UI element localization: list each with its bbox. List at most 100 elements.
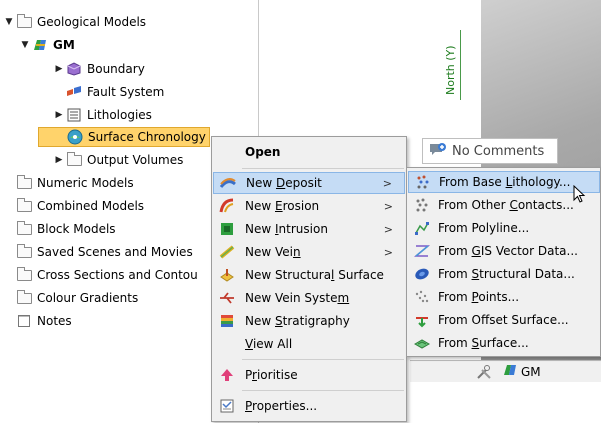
tree-item-surface-chronology[interactable]: Surface Chronology <box>38 127 210 147</box>
tree-item-label: Cross Sections and Contou <box>37 268 198 282</box>
tree-item-lithologies[interactable]: ▶ Lithologies <box>54 105 152 125</box>
expand-arrow-icon[interactable]: ▶ <box>54 64 64 74</box>
menu-separator <box>242 168 404 169</box>
gm-selector[interactable]: GM <box>502 363 541 380</box>
gm-selector-label: GM <box>521 364 541 379</box>
expand-arrow-icon[interactable]: ▼ <box>20 40 30 50</box>
geomodel-icon <box>32 38 48 52</box>
tree-item-label: Geological Models <box>37 15 147 29</box>
menu-item-new-structural-surface[interactable]: New Structural Surface <box>213 264 405 286</box>
menu-item-label: New Structural Surface <box>245 268 384 282</box>
submenu-arrow-icon: > <box>383 222 393 236</box>
surface-chronology-icon <box>67 129 83 145</box>
menu-item-new-deposit[interactable]: New Deposit > <box>213 172 405 194</box>
stratigraphy-icon <box>219 313 235 329</box>
expand-arrow-icon[interactable]: ▼ <box>4 17 14 27</box>
intrusion-icon <box>219 221 235 237</box>
polyline-icon <box>414 220 430 236</box>
menu-item-label: View All <box>245 337 293 351</box>
tree-item-block-models[interactable]: Block Models <box>16 219 116 239</box>
tree-item-saved-scenes[interactable]: Saved Scenes and Movies <box>16 242 193 262</box>
menu-item-new-vein[interactable]: New Vein > <box>213 241 405 263</box>
menu-item-new-vein-system[interactable]: New Vein System <box>213 287 405 309</box>
submenu-item-from-structural[interactable]: From Structural Data... <box>408 263 600 285</box>
contacts-points-icon <box>414 197 430 213</box>
menu-item-open[interactable]: Open <box>213 141 405 163</box>
surface-icon <box>414 335 430 351</box>
menu-item-label: New Vein System <box>245 291 350 305</box>
properties-icon <box>219 398 235 414</box>
north-axis-label: North (Y) <box>444 45 457 95</box>
menu-separator <box>242 390 404 391</box>
menu-item-label: Prioritise <box>245 368 298 382</box>
menu-item-label: From Other Contacts... <box>438 198 574 212</box>
submenu-item-from-gis[interactable]: From GIS Vector Data... <box>408 240 600 262</box>
comment-icon <box>429 142 447 161</box>
structural-data-icon <box>414 266 430 282</box>
menu-item-label: New Vein <box>245 245 301 259</box>
tree-item-fault-system[interactable]: Fault System <box>66 82 164 102</box>
tree-item-label: Fault System <box>87 85 165 99</box>
folder-icon <box>16 220 32 236</box>
tree-item-label: Block Models <box>37 222 116 236</box>
menu-item-prioritise[interactable]: Prioritise <box>213 364 405 386</box>
menu-item-properties[interactable]: Properties... <box>213 395 405 417</box>
menu-item-label: New Stratigraphy <box>245 314 350 328</box>
tree-item-output-volumes[interactable]: ▶ Output Volumes <box>54 150 183 170</box>
expand-arrow-icon[interactable]: ▶ <box>54 110 64 120</box>
arrow-up-icon <box>219 367 235 383</box>
submenu-item-from-other-contacts[interactable]: From Other Contacts... <box>408 194 600 216</box>
menu-item-label: New Intrusion <box>245 222 328 236</box>
app-window: ▼ Geological Models ▼ GM ▶ Boundary Faul… <box>0 0 601 423</box>
structural-surface-icon <box>219 267 235 283</box>
fault-system-icon <box>66 85 82 99</box>
lithology-points-icon <box>415 174 431 190</box>
comment-tooltip[interactable]: No Comments <box>422 138 558 164</box>
menu-separator <box>242 359 404 360</box>
geomodel-icon <box>502 363 518 380</box>
tree-item-boundary[interactable]: ▶ Boundary <box>54 59 145 79</box>
menu-item-label: New Deposit <box>246 176 322 190</box>
menu-item-label: From Polyline... <box>438 221 530 235</box>
menu-item-label: Properties... <box>245 399 318 413</box>
menu-item-label: From Base Lithology... <box>439 175 571 189</box>
tree-item-cross-sections[interactable]: Cross Sections and Contou <box>16 265 198 285</box>
tree-item-numeric-models[interactable]: Numeric Models <box>16 173 134 193</box>
tree-item-label: Saved Scenes and Movies <box>37 245 193 259</box>
vein-icon <box>219 244 235 260</box>
context-menu: Open New Deposit > New Erosion > New Int… <box>211 136 407 422</box>
submenu-item-from-surface[interactable]: From Surface... <box>408 332 600 354</box>
mouse-cursor-icon <box>573 185 586 203</box>
menu-item-new-stratigraphy[interactable]: New Stratigraphy <box>213 310 405 332</box>
menu-item-label: From Structural Data... <box>438 267 575 281</box>
menu-item-new-intrusion[interactable]: New Intrusion > <box>213 218 405 240</box>
tree-item-label: Boundary <box>87 62 145 76</box>
erosion-icon <box>219 198 235 214</box>
tree-item-label: Lithologies <box>87 108 152 122</box>
menu-item-label: Open <box>245 145 281 159</box>
offset-surface-icon <box>414 312 430 328</box>
menu-item-label: From Offset Surface... <box>438 313 569 327</box>
tree-item-notes[interactable]: Notes <box>16 311 72 331</box>
boundary-icon <box>66 62 82 76</box>
submenu-item-from-base-lithology[interactable]: From Base Lithology... <box>408 171 600 193</box>
tree-item-colour-gradients[interactable]: Colour Gradients <box>16 288 138 308</box>
menu-item-view-all[interactable]: View All <box>213 333 405 355</box>
submenu-item-from-polyline[interactable]: From Polyline... <box>408 217 600 239</box>
submenu-arrow-icon: > <box>382 176 392 190</box>
tree-item-geological-models[interactable]: ▼ Geological Models <box>4 12 146 32</box>
submenu-arrow-icon: > <box>383 245 393 259</box>
submenu-item-from-points[interactable]: From Points... <box>408 286 600 308</box>
tree-item-combined-models[interactable]: Combined Models <box>16 196 144 216</box>
folder-icon <box>16 289 32 305</box>
points-icon <box>414 289 430 305</box>
tools-icon[interactable] <box>476 364 492 380</box>
expand-arrow-icon[interactable]: ▶ <box>54 155 64 165</box>
folder-icon <box>16 174 32 190</box>
tree-item-gm[interactable]: ▼ GM <box>20 35 75 55</box>
north-axis-line <box>460 30 461 100</box>
deposit-submenu: From Base Lithology... From Other Contac… <box>406 167 601 357</box>
submenu-arrow-icon: > <box>383 199 393 213</box>
menu-item-new-erosion[interactable]: New Erosion > <box>213 195 405 217</box>
submenu-item-from-offset-surface[interactable]: From Offset Surface... <box>408 309 600 331</box>
